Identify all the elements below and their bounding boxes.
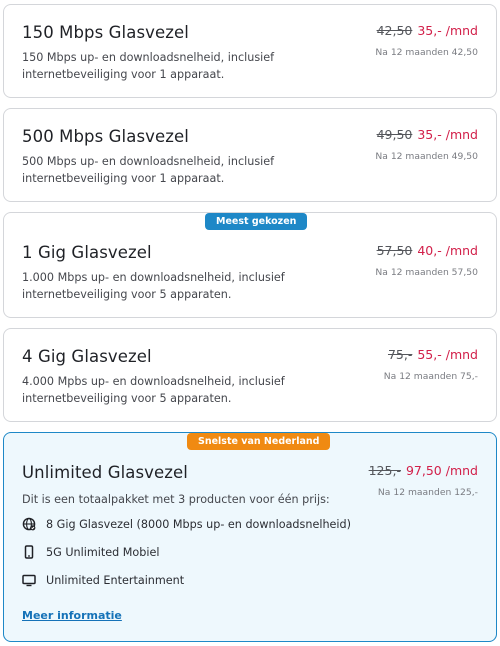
- plan-card-unlimited[interactable]: Unlimited Glasvezel Dit is een totaalpak…: [3, 432, 497, 642]
- price: 75,- 55,-/mnd: [388, 347, 478, 362]
- new-price: 40,-: [417, 243, 442, 258]
- new-price: 97,50: [405, 463, 442, 478]
- old-price: 42,50: [376, 23, 413, 38]
- price-after-note: Na 12 maanden 42,50: [375, 47, 478, 58]
- new-price: 35,-: [417, 23, 442, 38]
- plan-title: 4 Gig Glasvezel: [22, 347, 152, 366]
- old-price: 75,-: [387, 347, 413, 362]
- price-after-note: Na 12 maanden 57,50: [375, 267, 478, 278]
- plan-description: Dit is een totaalpakket met 3 producten …: [22, 493, 330, 506]
- feature-item-glasvezel: 8 Gig Glasvezel (8000 Mbps up- en downlo…: [22, 517, 351, 531]
- tv-icon: [22, 573, 36, 587]
- plan-title: 500 Mbps Glasvezel: [22, 127, 189, 146]
- price: 57,50 40,-/mnd: [377, 243, 478, 258]
- plan-card-4gig[interactable]: 4 Gig Glasvezel 4.000 Mpbs up- en downlo…: [3, 328, 497, 422]
- price-period: /mnd: [445, 243, 478, 258]
- price-period: /mnd: [445, 23, 478, 38]
- price-after-note: Na 12 maanden 125,-: [377, 487, 478, 498]
- badge-fastest: Snelste van Nederland: [187, 433, 331, 450]
- plan-card-500[interactable]: 500 Mbps Glasvezel 500 Mbps up- en downl…: [3, 108, 497, 202]
- old-price: 49,50: [376, 127, 413, 142]
- feature-label: 5G Unlimited Mobiel: [46, 545, 160, 559]
- plan-title: 150 Mbps Glasvezel: [22, 23, 189, 42]
- plan-description: 1.000 Mbps up- en downloadsnelheid, incl…: [22, 271, 285, 301]
- plan-description: 4.000 Mpbs up- en downloadsnelheid, incl…: [22, 375, 285, 405]
- price: 49,50 35,-/mnd: [377, 127, 478, 142]
- old-price: 57,50: [376, 243, 413, 258]
- feature-label: Unlimited Entertainment: [46, 573, 185, 587]
- price-period: /mnd: [445, 127, 478, 142]
- plan-title: 1 Gig Glasvezel: [22, 243, 152, 262]
- plan-description: 150 Mbps up- en downloadsnelheid, inclus…: [22, 51, 275, 81]
- new-price: 55,-: [417, 347, 442, 362]
- feature-label: 8 Gig Glasvezel (8000 Mbps up- en downlo…: [46, 517, 351, 531]
- globe-icon: [22, 517, 36, 531]
- price: 42,50 35,-/mnd: [377, 23, 478, 38]
- feature-item-mobiel: 5G Unlimited Mobiel: [22, 545, 159, 559]
- badge-most-chosen: Meest gekozen: [205, 213, 308, 230]
- price-period: /mnd: [445, 463, 478, 478]
- price-after-note: Na 12 maanden 75,-: [383, 371, 478, 382]
- price-after-note: Na 12 maanden 49,50: [375, 151, 478, 162]
- plan-title: Unlimited Glasvezel: [22, 463, 188, 482]
- old-price: 125,-: [368, 463, 401, 478]
- price-period: /mnd: [445, 347, 478, 362]
- new-price: 35,-: [417, 127, 442, 142]
- feature-item-entertainment: Unlimited Entertainment: [22, 573, 184, 587]
- plan-description: 500 Mbps up- en downloadsnelheid, inclus…: [22, 155, 275, 185]
- more-info-link[interactable]: Meer informatie: [22, 609, 122, 622]
- phone-icon: [22, 545, 36, 559]
- plan-card-150[interactable]: 150 Mbps Glasvezel 150 Mbps up- en downl…: [3, 4, 497, 98]
- price: 125,- 97,50/mnd: [369, 463, 478, 478]
